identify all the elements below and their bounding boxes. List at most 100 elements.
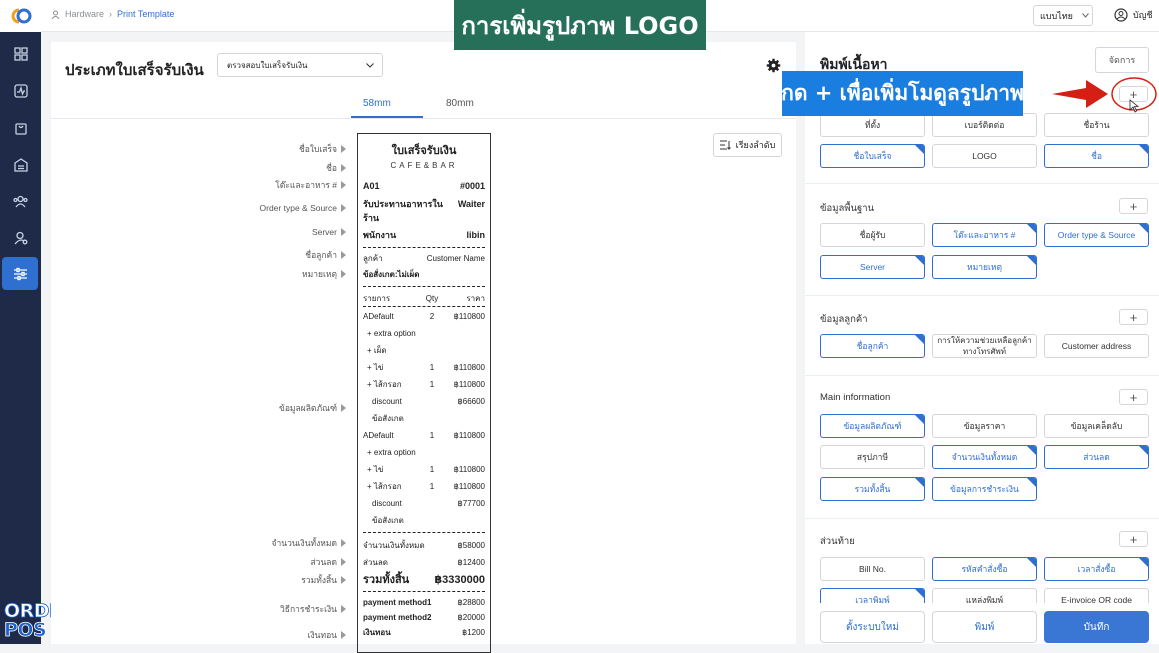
chip-customer-phone[interactable]: การให้ความช่วยเหลือลูกค้าทางโทรศัพท์ <box>932 334 1037 358</box>
customer-label: ลูกค้า <box>363 254 383 263</box>
item-name: ADefault <box>363 431 394 440</box>
chip-customer-address[interactable]: Customer address <box>1044 334 1149 358</box>
chip-receiver[interactable]: ชื่อผู้รับ <box>820 223 925 247</box>
chip-payment-info[interactable]: ข้อมูลการชำระเงิน <box>932 477 1037 501</box>
gear-icon[interactable] <box>766 58 781 78</box>
chip-phone[interactable]: เบอร์ติดต่อ <box>932 113 1037 137</box>
dashed-divider <box>363 532 485 533</box>
chip-tip-info[interactable]: ข้อมูลเคล็ดลับ <box>1044 414 1149 438</box>
change-label: เงินทอน <box>363 628 391 637</box>
sort-label: เรียงลำดับ <box>735 140 776 150</box>
receipt-item-row: + extra option <box>363 444 485 461</box>
group-divider <box>805 295 1159 296</box>
chip-receipt-name[interactable]: ชื่อใบเสร็จ <box>820 144 925 168</box>
shopping-bag-icon[interactable] <box>6 113 35 142</box>
print-button[interactable]: พิมพ์ <box>932 611 1037 643</box>
caret-right-icon <box>341 404 346 412</box>
add-customer-module-button[interactable]: + <box>1119 309 1148 325</box>
receipt-preview-panel: ประเภทใบเสร็จรับเงิน ตรวจสอบใบเสร็จรับเง… <box>51 42 796 653</box>
chip-order-code[interactable]: รหัสคำสั่งซื้อ <box>932 557 1037 581</box>
caret-right-icon <box>341 228 346 236</box>
item-name: + เผ็ด <box>367 346 387 355</box>
chip-bill-no[interactable]: Bill No. <box>820 557 925 581</box>
receipt-column-header: รายการ Qty ราคา <box>363 290 485 306</box>
tab-80mm[interactable]: 80mm <box>446 98 474 109</box>
section-label[interactable]: Order type & Source <box>260 203 346 213</box>
receipt-item-row: + ไส้กรอก 1 ฿110800 <box>363 376 485 393</box>
chip-subtotal[interactable]: จำนวนเงินทั้งหมด <box>932 445 1037 469</box>
account-menu[interactable]: บัญชี <box>1114 8 1153 22</box>
chip-server[interactable]: Server <box>820 255 925 279</box>
section-label[interactable]: Server <box>312 227 346 237</box>
chip-customer-name[interactable]: ชื่อลูกค้า <box>820 334 925 358</box>
chip-table[interactable]: โต๊ะและอาหาร # <box>932 223 1037 247</box>
receipt-type-dropdown[interactable]: ตรวจสอบใบเสร็จรับเงิน <box>217 53 383 77</box>
sort-button[interactable]: เรียงลำดับ <box>713 133 782 157</box>
dashboard-icon[interactable] <box>6 39 35 68</box>
chip-total[interactable]: รวมทั้งสิ้น <box>820 477 925 501</box>
item-price: ฿110800 <box>453 312 485 321</box>
total-label: รวมทั้งสิ้น <box>363 574 410 586</box>
label-text: ชื่อลูกค้า <box>305 250 337 260</box>
chip-logo[interactable]: LOGO <box>932 144 1037 168</box>
add-main-module-button[interactable]: + <box>1119 389 1148 405</box>
item-price: ฿110800 <box>453 363 485 372</box>
sidebar: ORDER POS <box>0 0 77 644</box>
section-label[interactable]: หมายเหตุ <box>302 267 346 281</box>
chip-location[interactable]: ที่ตั้ง <box>820 113 925 137</box>
item-name: + ไข่ <box>367 465 384 474</box>
caret-right-icon <box>341 558 346 566</box>
item-name: + extra option <box>367 448 416 457</box>
section-label[interactable]: ชื่อลูกค้า <box>305 248 346 262</box>
label-text: Server <box>311 227 337 237</box>
section-label[interactable]: โต๊ะและอาหาร # <box>275 178 346 192</box>
tutorial-banner: การเพิ่มรูปภาพ LOGO <box>454 0 706 50</box>
label-text: จำนวนเงินทั้งหมด <box>271 538 338 548</box>
users-icon[interactable] <box>6 186 35 215</box>
section-label[interactable]: รวมทั้งสิ้น <box>301 573 346 587</box>
chip-order-type[interactable]: Order type & Source <box>1044 223 1149 247</box>
label-text: ชื่อ <box>326 163 337 173</box>
add-basic-module-button[interactable]: + <box>1119 198 1148 214</box>
print-content-panel: พิมพ์เนื้อหา จัดการ + ที่ตั้ง เบอร์ติดต่… <box>805 32 1159 644</box>
section-label[interactable]: ชื่อ <box>326 161 346 175</box>
label-text: วิธีการชำระเงิน <box>280 604 337 614</box>
label-text: ส่วนลด <box>310 557 337 567</box>
tab-divider <box>51 118 796 119</box>
store-icon[interactable] <box>6 150 35 179</box>
section-label[interactable]: ข้อมูลผลิตภัณฑ์ <box>279 401 346 415</box>
breadcrumb-root[interactable]: Hardware <box>65 9 104 19</box>
chip-tax-summary[interactable]: สรุปภาษี <box>820 445 925 469</box>
chip-discount[interactable]: ส่วนลด <box>1044 445 1149 469</box>
section-label[interactable]: เงินทอน <box>308 628 346 642</box>
chip-remark[interactable]: หมายเหตุ <box>932 255 1037 279</box>
chip-name[interactable]: ชื่อ <box>1044 144 1149 168</box>
chip-order-time[interactable]: เวลาสั่งซื้อ <box>1044 557 1149 581</box>
group-divider <box>805 518 1159 519</box>
save-button[interactable]: บันทึก <box>1044 611 1149 643</box>
group-divider <box>805 375 1159 376</box>
activity-icon[interactable] <box>6 76 35 105</box>
section-label[interactable]: จำนวนเงินทั้งหมด <box>271 536 346 550</box>
receipt-customer-row: ลูกค้า Customer Name <box>363 252 485 265</box>
chip-price-info[interactable]: ข้อมูลราคา <box>932 414 1037 438</box>
caret-right-icon <box>341 631 346 639</box>
chip-product-info[interactable]: ข้อมูลผลิตภัณฑ์ <box>820 414 925 438</box>
receipt-item-row: + ไข่ 1 ฿110800 <box>363 461 485 478</box>
app-logo[interactable] <box>0 0 41 32</box>
reset-button[interactable]: ตั้งระบบใหม่ <box>820 611 925 643</box>
item-name: discount <box>372 499 402 508</box>
section-label[interactable]: วิธีการชำระเงิน <box>280 602 346 616</box>
section-label[interactable]: ส่วนลด <box>310 555 346 569</box>
col-item: รายการ <box>363 293 391 303</box>
group-title-footer: ส่วนท้าย <box>820 536 855 547</box>
item-price: ฿66600 <box>457 397 485 406</box>
user-settings-icon[interactable] <box>6 223 35 252</box>
sliders-icon[interactable] <box>2 257 38 290</box>
add-footer-module-button[interactable]: + <box>1119 531 1148 547</box>
receipt-type-value: ตรวจสอบใบเสร็จรับเงิน <box>227 60 308 70</box>
language-select[interactable]: แบบไทย <box>1033 5 1093 26</box>
tab-58mm[interactable]: 58mm <box>363 98 391 109</box>
section-label[interactable]: ชื่อใบเสร็จ <box>299 142 346 156</box>
breadcrumb-current[interactable]: Print Template <box>117 9 174 19</box>
